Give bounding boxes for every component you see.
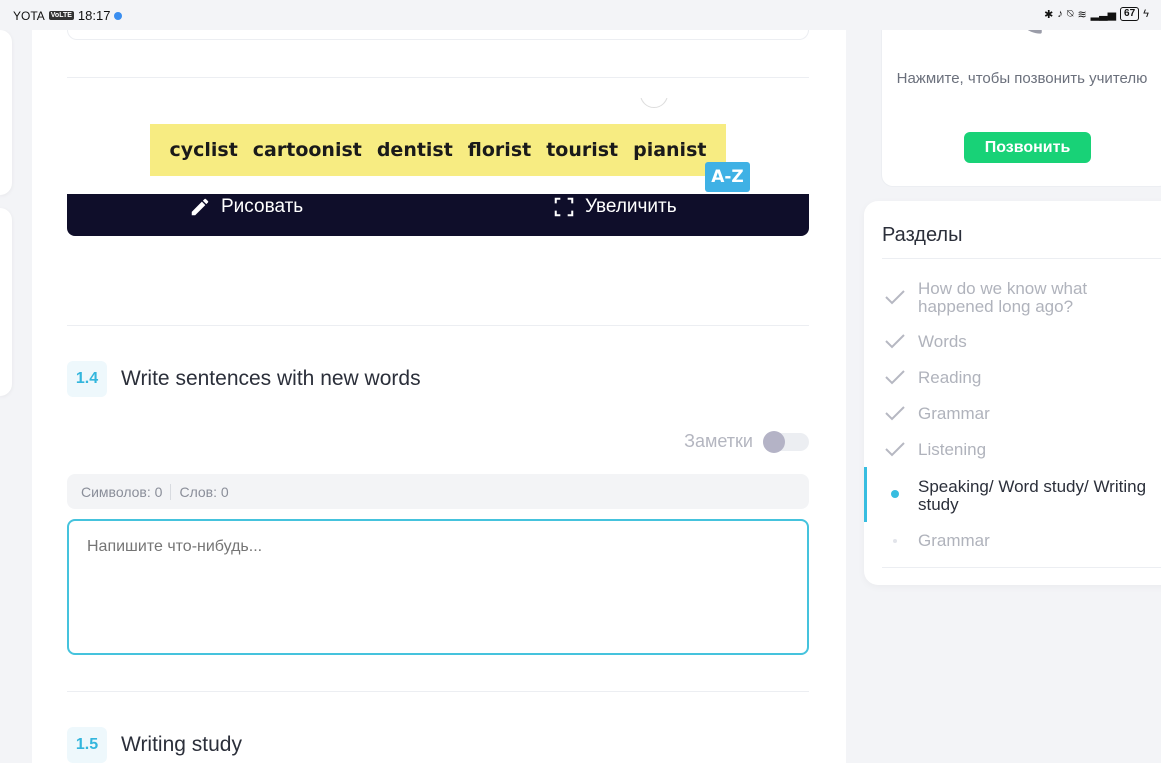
exercise-title: Writing study: [121, 733, 242, 756]
exercise-number: 1.4: [67, 361, 107, 397]
status-bar: YOTA VoLTE 18:17 ✱ ♪ ⍉ ≋ ▂▃▅ 67 ϟ: [0, 0, 1161, 30]
check-icon: [884, 289, 906, 305]
section-item-active[interactable]: Speaking/ Word study/ Writing study: [864, 467, 1161, 522]
section-label: Words: [918, 332, 967, 351]
section-label: Speaking/ Word study/ Writing study: [918, 477, 1147, 514]
fullscreen-icon: [553, 196, 575, 218]
words-count: 0: [220, 483, 229, 500]
word: tourist: [546, 139, 619, 161]
divider: [67, 325, 809, 326]
word: dentist: [376, 139, 453, 161]
word: cartoonist: [252, 139, 362, 161]
pencil-icon: [189, 196, 211, 218]
carrier-label: YOTA: [13, 8, 45, 23]
check-icon: [884, 369, 906, 385]
active-indicator: [864, 467, 867, 522]
divider: [882, 258, 1161, 259]
draw-button[interactable]: Рисовать: [189, 194, 303, 220]
notes-row: Заметки: [67, 430, 809, 454]
charging-icon: ϟ: [1143, 8, 1149, 20]
signal-icon: ▂▃▅: [1090, 8, 1117, 21]
sections-title: Разделы: [882, 224, 963, 246]
check-icon: [884, 333, 906, 349]
check-icon: [884, 441, 906, 457]
left-panel-edge: [0, 208, 12, 396]
exercise-image[interactable]: cyclist cartoonist dentist florist touri…: [67, 98, 809, 194]
word: cyclist: [169, 139, 238, 161]
notification-dot-icon: [114, 11, 123, 20]
bluetooth-icon: ✱: [1044, 8, 1054, 21]
section-label: Grammar: [918, 531, 990, 550]
current-dot-icon: [884, 490, 906, 498]
call-hint: Нажмите, чтобы позвонить учителю: [896, 70, 1148, 87]
mute-bell-icon: ⍉: [1066, 7, 1074, 20]
lesson-content: cyclist cartoonist dentist florist touri…: [32, 0, 846, 763]
section-label: Reading: [918, 368, 982, 387]
section-item[interactable]: Grammar: [864, 404, 1161, 424]
image-control-icon: [640, 98, 668, 108]
status-left: YOTA VoLTE 18:17: [13, 8, 123, 23]
image-toolbar: Рисовать Увеличить: [67, 194, 809, 236]
answer-textarea[interactable]: [67, 519, 809, 655]
exercise-header: 1.4 Write sentences with new words: [67, 361, 421, 397]
text-counter: Символов: 0 Слов: 0: [67, 474, 809, 509]
notes-toggle[interactable]: [763, 431, 809, 453]
draw-label: Рисовать: [221, 196, 304, 217]
dictionary-badge: A-Z: [705, 162, 750, 192]
sections-panel: Разделы How do we know what happened lon…: [864, 201, 1161, 585]
section-item[interactable]: Words: [864, 332, 1161, 352]
word-strip: cyclist cartoonist dentist florist touri…: [150, 124, 726, 176]
counter-divider: [170, 483, 172, 500]
zoom-button[interactable]: Увеличить: [553, 194, 677, 220]
divider: [882, 567, 1161, 568]
symbols-count: 0: [154, 483, 163, 500]
check-icon: [884, 405, 906, 421]
section-item[interactable]: Reading: [864, 368, 1161, 388]
divider: [67, 691, 809, 692]
battery-icon: 67: [1120, 7, 1140, 21]
mic-icon: ♪: [1057, 8, 1063, 20]
section-item[interactable]: How do we know what happened long ago?: [864, 278, 1161, 318]
section-label: Listening: [918, 440, 987, 459]
toggle-knob: [763, 431, 785, 453]
word: florist: [467, 139, 532, 161]
pending-dot-icon: [884, 539, 906, 543]
divider: [67, 77, 809, 78]
section-item[interactable]: Listening: [864, 440, 1161, 460]
volte-badge: VoLTE: [48, 11, 74, 20]
clock: 18:17: [77, 8, 111, 23]
notes-label: Заметки: [684, 431, 753, 451]
symbols-label: Символов:: [81, 483, 151, 500]
section-label: How do we know what happened long ago?: [918, 279, 1088, 316]
exercise-title: Write sentences with new words: [121, 367, 421, 390]
section-label: Grammar: [918, 404, 990, 423]
zoom-label: Увеличить: [585, 196, 677, 217]
exercise-number: 1.5: [67, 727, 107, 763]
section-item[interactable]: Grammar: [864, 531, 1161, 551]
call-button[interactable]: Позвонить: [964, 132, 1091, 163]
wifi-icon: ≋: [1077, 8, 1087, 21]
status-right: ✱ ♪ ⍉ ≋ ▂▃▅ 67 ϟ: [1044, 7, 1149, 21]
left-panel-edge: [0, 30, 12, 195]
words-label: Слов:: [179, 483, 218, 500]
word: pianist: [633, 139, 707, 161]
exercise-header: 1.5 Writing study: [67, 727, 242, 763]
